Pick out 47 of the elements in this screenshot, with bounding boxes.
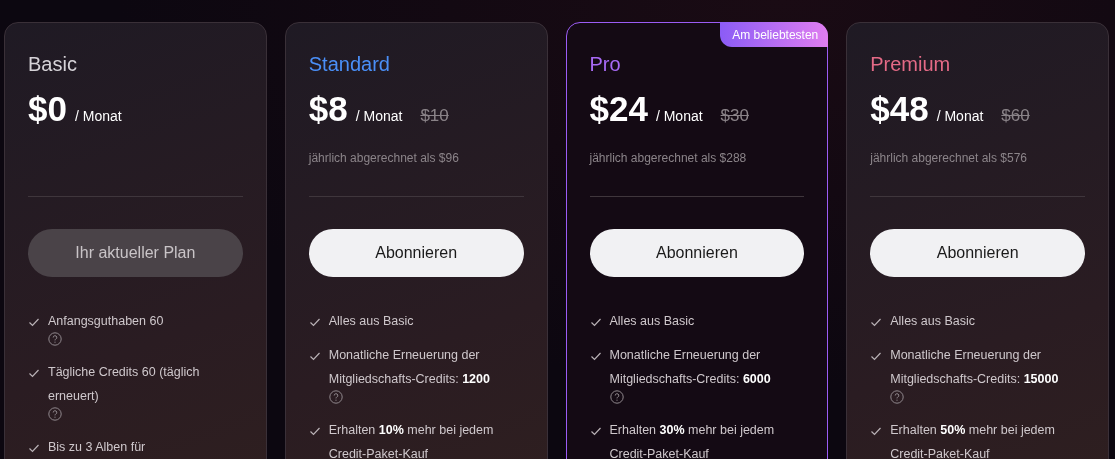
check-icon <box>589 425 602 437</box>
check-icon <box>308 350 321 362</box>
check-icon <box>28 442 40 454</box>
price-period: / Monat <box>655 108 703 124</box>
plan-name: Standard <box>308 52 391 77</box>
check-icon <box>589 350 602 362</box>
feature-text: Erhalten 30% mehr bei jedem Credit-Paket-Kauf <box>609 422 776 459</box>
feature-text: Bis zu 3 Alben für <box>48 439 147 456</box>
feature-text: Alles aus Basic <box>890 313 976 330</box>
check-icon <box>308 425 321 437</box>
feature-text: Monatliche Erneuerung der Mitgliedschafts-Credits: 6000 <box>609 347 772 388</box>
price: $24 <box>589 89 648 129</box>
check-icon <box>28 316 40 328</box>
popular-badge: Am beliebtesten <box>720 22 829 47</box>
check-icon <box>870 316 883 328</box>
feature-text: Anfangsguthaben 60 <box>48 313 165 330</box>
feature-text: Alles aus Basic <box>609 313 696 330</box>
billing-note: jährlich abgerechnet als $288 <box>589 151 747 165</box>
price-period: / Monat <box>936 108 984 124</box>
old-price: $30 <box>720 106 749 126</box>
feature-text: Tägliche Credits 60 (täglich erneuert) <box>48 364 201 405</box>
old-price: $10 <box>420 106 449 126</box>
billing-note: jährlich abgerechnet als $576 <box>870 151 1028 165</box>
billing-note: jährlich abgerechnet als $96 <box>308 151 459 165</box>
check-icon <box>870 425 883 437</box>
subscribe-button[interactable]: Abonnieren <box>589 229 805 277</box>
feature-text: Monatliche Erneuerung der Mitgliedschafts-Credits: 15000 <box>890 347 1060 388</box>
price-period: / Monat <box>355 108 403 124</box>
plan-name: Premium <box>870 52 952 77</box>
subscribe-button[interactable]: Ihr aktueller Plan <box>28 229 243 277</box>
check-icon <box>28 367 40 379</box>
subscribe-button[interactable]: Abonnieren <box>308 229 524 277</box>
price-period: / Monat <box>74 108 122 124</box>
feature-text: Alles aus Basic <box>328 313 415 330</box>
plan-name: Pro <box>589 52 622 77</box>
old-price: $60 <box>1001 106 1030 126</box>
feature-text: Monatliche Erneuerung der Mitgliedschafts-Credits: 1200 <box>328 347 491 388</box>
feature-text: Erhalten 10% mehr bei jedem Credit-Paket-Kauf <box>328 422 495 459</box>
check-icon <box>589 316 602 328</box>
price: $8 <box>308 89 348 129</box>
plan-name: Basic <box>28 52 78 77</box>
subscribe-button[interactable]: Abonnieren <box>870 229 1085 277</box>
check-icon <box>870 350 883 362</box>
feature-text: Erhalten 50% mehr bei jedem Credit-Paket-Kauf <box>890 422 1056 459</box>
price: $48 <box>870 89 929 129</box>
price: $0 <box>28 89 67 129</box>
check-icon <box>308 316 321 328</box>
